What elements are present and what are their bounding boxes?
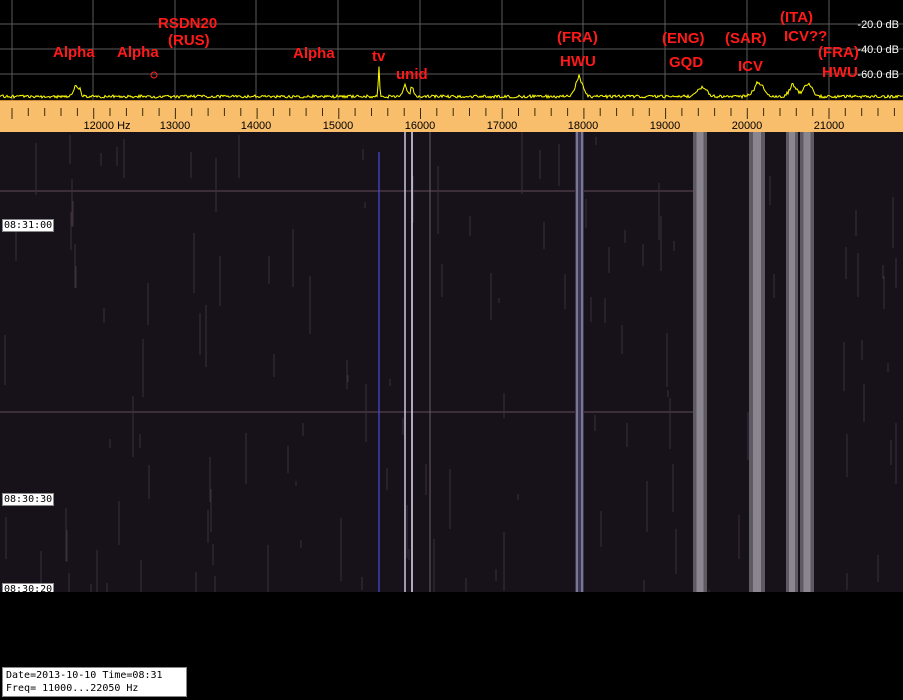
signal-icv-query: [786, 132, 798, 592]
station-label-gqd: GQD: [669, 54, 704, 71]
station-label-ita: (ITA): [780, 9, 814, 26]
db-label-40: -40.0 dB: [857, 44, 899, 56]
station-label-hwu: HWU: [822, 64, 858, 81]
signal-icv-core: [753, 132, 761, 592]
station-label-fra: (FRA): [557, 29, 598, 46]
date-time-readout: Date=2013-10-10 Time=08:31: [6, 670, 163, 681]
time-marker: 08:31:00: [2, 219, 55, 232]
station-label-unid: unid: [396, 66, 428, 83]
freq-label-19000: 19000: [649, 120, 681, 132]
freq-label-16000: 16000: [404, 120, 436, 132]
signal-hwu: [575, 132, 584, 592]
station-label-alpha: Alpha: [293, 45, 335, 62]
station-label-eng: (ENG): [662, 30, 705, 47]
station-label-icv: ICV: [738, 58, 764, 75]
freq-label-21000: 21000: [813, 120, 845, 132]
noise-band: [0, 411, 700, 413]
waterfall-image: [0, 132, 897, 592]
db-label-60: -60.0 dB: [857, 69, 899, 81]
station-label-hwu: HWU: [560, 53, 596, 70]
ruler-ticks: [11, 108, 895, 119]
station-label-fra: (FRA): [818, 44, 859, 61]
freq-label-18000: 18000: [567, 120, 599, 132]
freq-label-13000: 13000: [159, 120, 191, 132]
spectrum-trace: [0, 66, 903, 100]
signal-gqd: [693, 132, 707, 592]
station-label-icv-query: ICV??: [784, 28, 828, 45]
info-box: Date=2013-10-10 Time=08:31 Freq= 11000..…: [2, 667, 187, 697]
signal-hwu-2-core: [803, 132, 811, 592]
freq-label-14000: 14000: [240, 120, 272, 132]
frequency-ruler[interactable]: 12000 Hz 13000 14000 15000 16000 17000 1…: [0, 100, 903, 132]
station-label-alpha: Alpha: [117, 44, 159, 61]
station-label-rsdn20: RSDN20: [158, 15, 218, 32]
frequency-range-readout: Freq= 11000...22050 Hz: [6, 683, 139, 694]
time-marker: 08:30:20: [2, 583, 55, 592]
db-label-20: -20.0 dB: [857, 19, 899, 31]
noise-band: [0, 190, 700, 192]
time-marker: 08:30:30: [2, 493, 55, 506]
freq-label-20000: 20000: [731, 120, 763, 132]
signal-icv-query-core: [789, 132, 795, 592]
signal-hwu-2: [800, 132, 814, 592]
waterfall-display[interactable]: 08:31:00 08:30:30 08:30:20: [0, 132, 903, 592]
signal-gqd-core: [696, 132, 704, 592]
freq-label-15000: 15000: [322, 120, 354, 132]
station-label-alpha: Alpha: [53, 44, 95, 61]
signal-icv: [749, 132, 765, 592]
spectrum-panel: -20.0 dB -40.0 dB -60.0 dB Alpha Alpha R…: [0, 0, 903, 100]
station-label-rus: (RUS): [168, 32, 210, 49]
freq-label-17000: 17000: [486, 120, 518, 132]
station-label-sar: (SAR): [725, 30, 767, 47]
station-label-tv: tv: [372, 48, 386, 65]
freq-label-12000: 12000 Hz: [83, 120, 131, 132]
marker-circle: [150, 71, 158, 79]
